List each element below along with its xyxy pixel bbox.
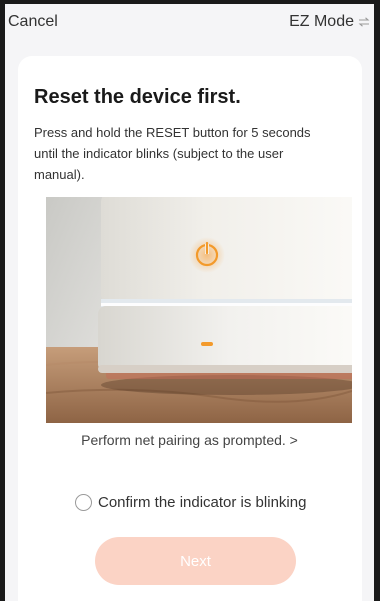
ez-mode-label: EZ Mode	[289, 13, 354, 30]
page-title: Reset the device first.	[34, 86, 241, 108]
next-button[interactable]: Next	[95, 537, 296, 585]
device-reset-illustration	[46, 197, 352, 423]
instruction-text: Press and hold the RESET button for 5 se…	[34, 125, 311, 182]
swap-arrows-icon	[358, 17, 370, 27]
cancel-button[interactable]: Cancel	[8, 13, 58, 41]
screen: Cancel EZ Mode Reset the device first. P…	[5, 4, 374, 601]
top-navigation-bar: Cancel EZ Mode	[5, 4, 374, 50]
ez-mode-switch[interactable]: EZ Mode	[289, 13, 370, 41]
confirm-indicator-option[interactable]: Confirm the indicator is blinking	[75, 494, 306, 511]
confirm-radio-button[interactable]	[75, 494, 92, 511]
phone-frame: Cancel EZ Mode Reset the device first. P…	[0, 0, 380, 601]
net-pairing-link[interactable]: Perform net pairing as prompted. >	[5, 432, 374, 448]
confirm-label: Confirm the indicator is blinking	[98, 494, 307, 511]
